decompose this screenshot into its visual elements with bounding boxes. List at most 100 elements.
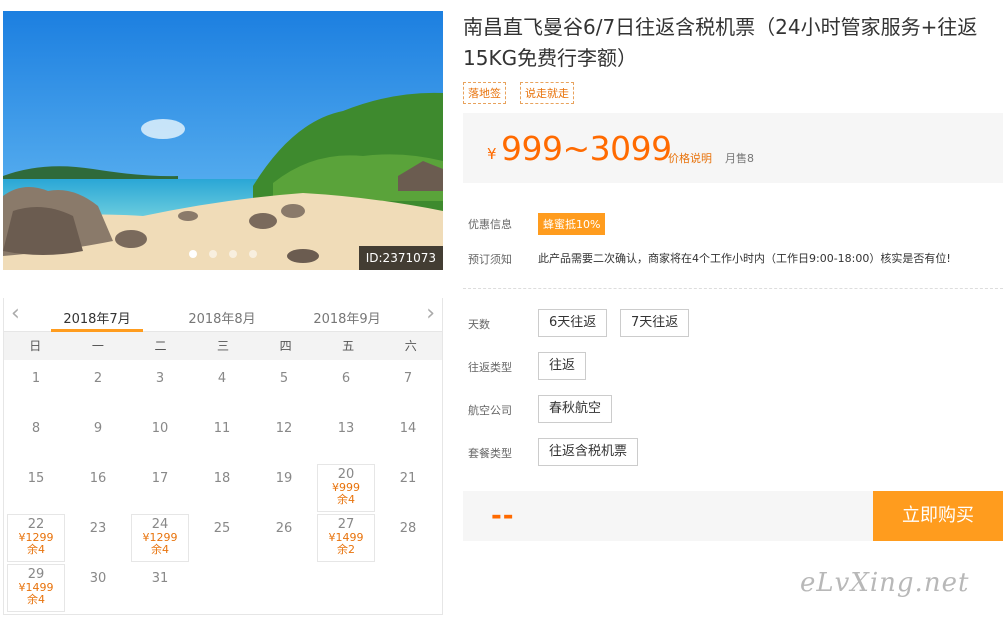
calendar-day: 19	[255, 464, 313, 512]
day-number: 5	[279, 371, 289, 386]
day-number: 26	[275, 521, 293, 536]
day-number: 30	[89, 571, 107, 586]
day-number: 9	[93, 421, 103, 436]
tab-month-1[interactable]: 2018年7月	[51, 308, 143, 332]
carousel-dot[interactable]	[229, 250, 237, 258]
weekday-label: 五	[342, 339, 355, 353]
calendar-day: 8	[7, 414, 65, 462]
divider	[463, 288, 1003, 289]
day-number: 31	[151, 571, 169, 586]
day-number: 12	[275, 421, 293, 436]
day-number: 29	[27, 567, 45, 582]
day-number: 15	[27, 471, 45, 486]
option-airline[interactable]: 春秋航空	[538, 395, 613, 423]
calendar-day: 15	[7, 464, 65, 512]
day-number: 17	[151, 471, 169, 486]
calendar-day: 31	[131, 564, 189, 612]
day-number: 16	[89, 471, 107, 486]
option-7-days[interactable]: 7天往返	[620, 309, 690, 337]
calendar-day: 10	[131, 414, 189, 462]
beach-image	[3, 11, 443, 270]
day-number: 7	[403, 371, 413, 386]
calendar-day-available[interactable]: 27 ¥1499 余2	[317, 514, 375, 562]
day-number: 6	[341, 371, 351, 386]
notice-label: 预订须知	[468, 253, 512, 266]
price-box: ¥ 999~3099 价格说明 月售8	[463, 113, 1003, 183]
carousel-dot[interactable]	[209, 250, 217, 258]
watermark: eLvXing.net	[800, 568, 970, 598]
day-number: 20	[337, 467, 355, 482]
option-package[interactable]: 往返含税机票	[538, 438, 639, 466]
day-number: 25	[213, 521, 231, 536]
day-number: 14	[399, 421, 417, 436]
calendar-day: 30	[69, 564, 127, 612]
total-price: --	[491, 501, 515, 531]
promo-badge: 蜂蜜抵10%	[538, 213, 606, 235]
calendar-day: 28	[379, 514, 437, 562]
day-number: 24	[151, 517, 169, 532]
day-number: 27	[337, 517, 355, 532]
calendar-day: 23	[69, 514, 127, 562]
weekday-label: 一	[91, 339, 104, 353]
price-calendar: ‹ 2018年7月 2018年8月 2018年9月 › 日 一 二 三 四 五 …	[3, 298, 443, 615]
calendar-day-available[interactable]: 24 ¥1299 余4	[131, 514, 189, 562]
carousel-dot[interactable]	[189, 250, 197, 258]
calendar-day: 5	[255, 364, 313, 412]
day-number: 18	[213, 471, 231, 486]
package-label: 套餐类型	[468, 447, 512, 460]
calendar-day: 11	[193, 414, 251, 462]
calendar-day: 25	[193, 514, 251, 562]
day-number: 28	[399, 521, 417, 536]
calendar-day: 16	[69, 464, 127, 512]
day-number: 1	[31, 371, 41, 386]
day-remaining: 余4	[27, 593, 45, 606]
day-number: 22	[27, 517, 45, 532]
day-remaining: 余4	[27, 543, 45, 556]
tag-visa-on-arrival: 落地签	[463, 82, 506, 104]
booking-notice: 此产品需要二次确认，商家将在4个工作小时内（工作日9:00-18:00）核实是否…	[538, 252, 951, 265]
chevron-left-icon[interactable]: ‹	[11, 303, 20, 325]
calendar-day: 1	[7, 364, 65, 412]
tab-month-2[interactable]: 2018年8月	[176, 308, 268, 327]
weekday-label: 四	[279, 339, 292, 353]
calendar-day: 9	[69, 414, 127, 462]
weekday-label: 日	[29, 339, 42, 353]
price-currency: ¥	[487, 145, 497, 163]
calendar-day: 14	[379, 414, 437, 462]
calendar-day-available[interactable]: 20 ¥999 余4	[317, 464, 375, 512]
trip-type-label: 往返类型	[468, 361, 512, 374]
airline-label: 航空公司	[468, 404, 512, 417]
tab-month-3[interactable]: 2018年9月	[301, 308, 393, 327]
price-explain-link[interactable]: 价格说明	[668, 150, 712, 166]
option-round-trip[interactable]: 往返	[538, 352, 587, 380]
day-remaining: 余4	[151, 543, 169, 556]
calendar-day: 6	[317, 364, 375, 412]
calendar-day: 4	[193, 364, 251, 412]
day-number: 13	[337, 421, 355, 436]
calendar-day: 13	[317, 414, 375, 462]
weekday-label: 三	[217, 339, 230, 353]
promo-label: 优惠信息	[468, 218, 512, 231]
day-remaining: 余2	[337, 543, 355, 556]
option-6-days[interactable]: 6天往返	[538, 309, 608, 337]
day-number: 2	[93, 371, 103, 386]
calendar-day: 7	[379, 364, 437, 412]
product-tags: 落地签 说走就走	[463, 82, 574, 104]
calendar-day-available[interactable]: 22 ¥1299 余4	[7, 514, 65, 562]
calendar-day: 18	[193, 464, 251, 512]
day-number: 11	[213, 421, 231, 436]
day-number: 3	[155, 371, 165, 386]
day-number: 21	[399, 471, 417, 486]
calendar-day: 26	[255, 514, 313, 562]
product-photo[interactable]: ID:2371073	[3, 11, 443, 270]
calendar-day-available[interactable]: 29 ¥1499 余4	[7, 564, 65, 612]
weekday-label: 六	[404, 339, 417, 353]
chevron-right-icon[interactable]: ›	[426, 303, 435, 325]
tag-spontaneous-trip: 说走就走	[520, 82, 574, 104]
day-number: 19	[275, 471, 293, 486]
calendar-day: 12	[255, 414, 313, 462]
carousel-dot[interactable]	[249, 250, 257, 258]
day-number: 8	[31, 421, 41, 436]
buy-now-button[interactable]: 立即购买	[873, 491, 1003, 541]
price-range: 999~3099	[501, 129, 672, 168]
